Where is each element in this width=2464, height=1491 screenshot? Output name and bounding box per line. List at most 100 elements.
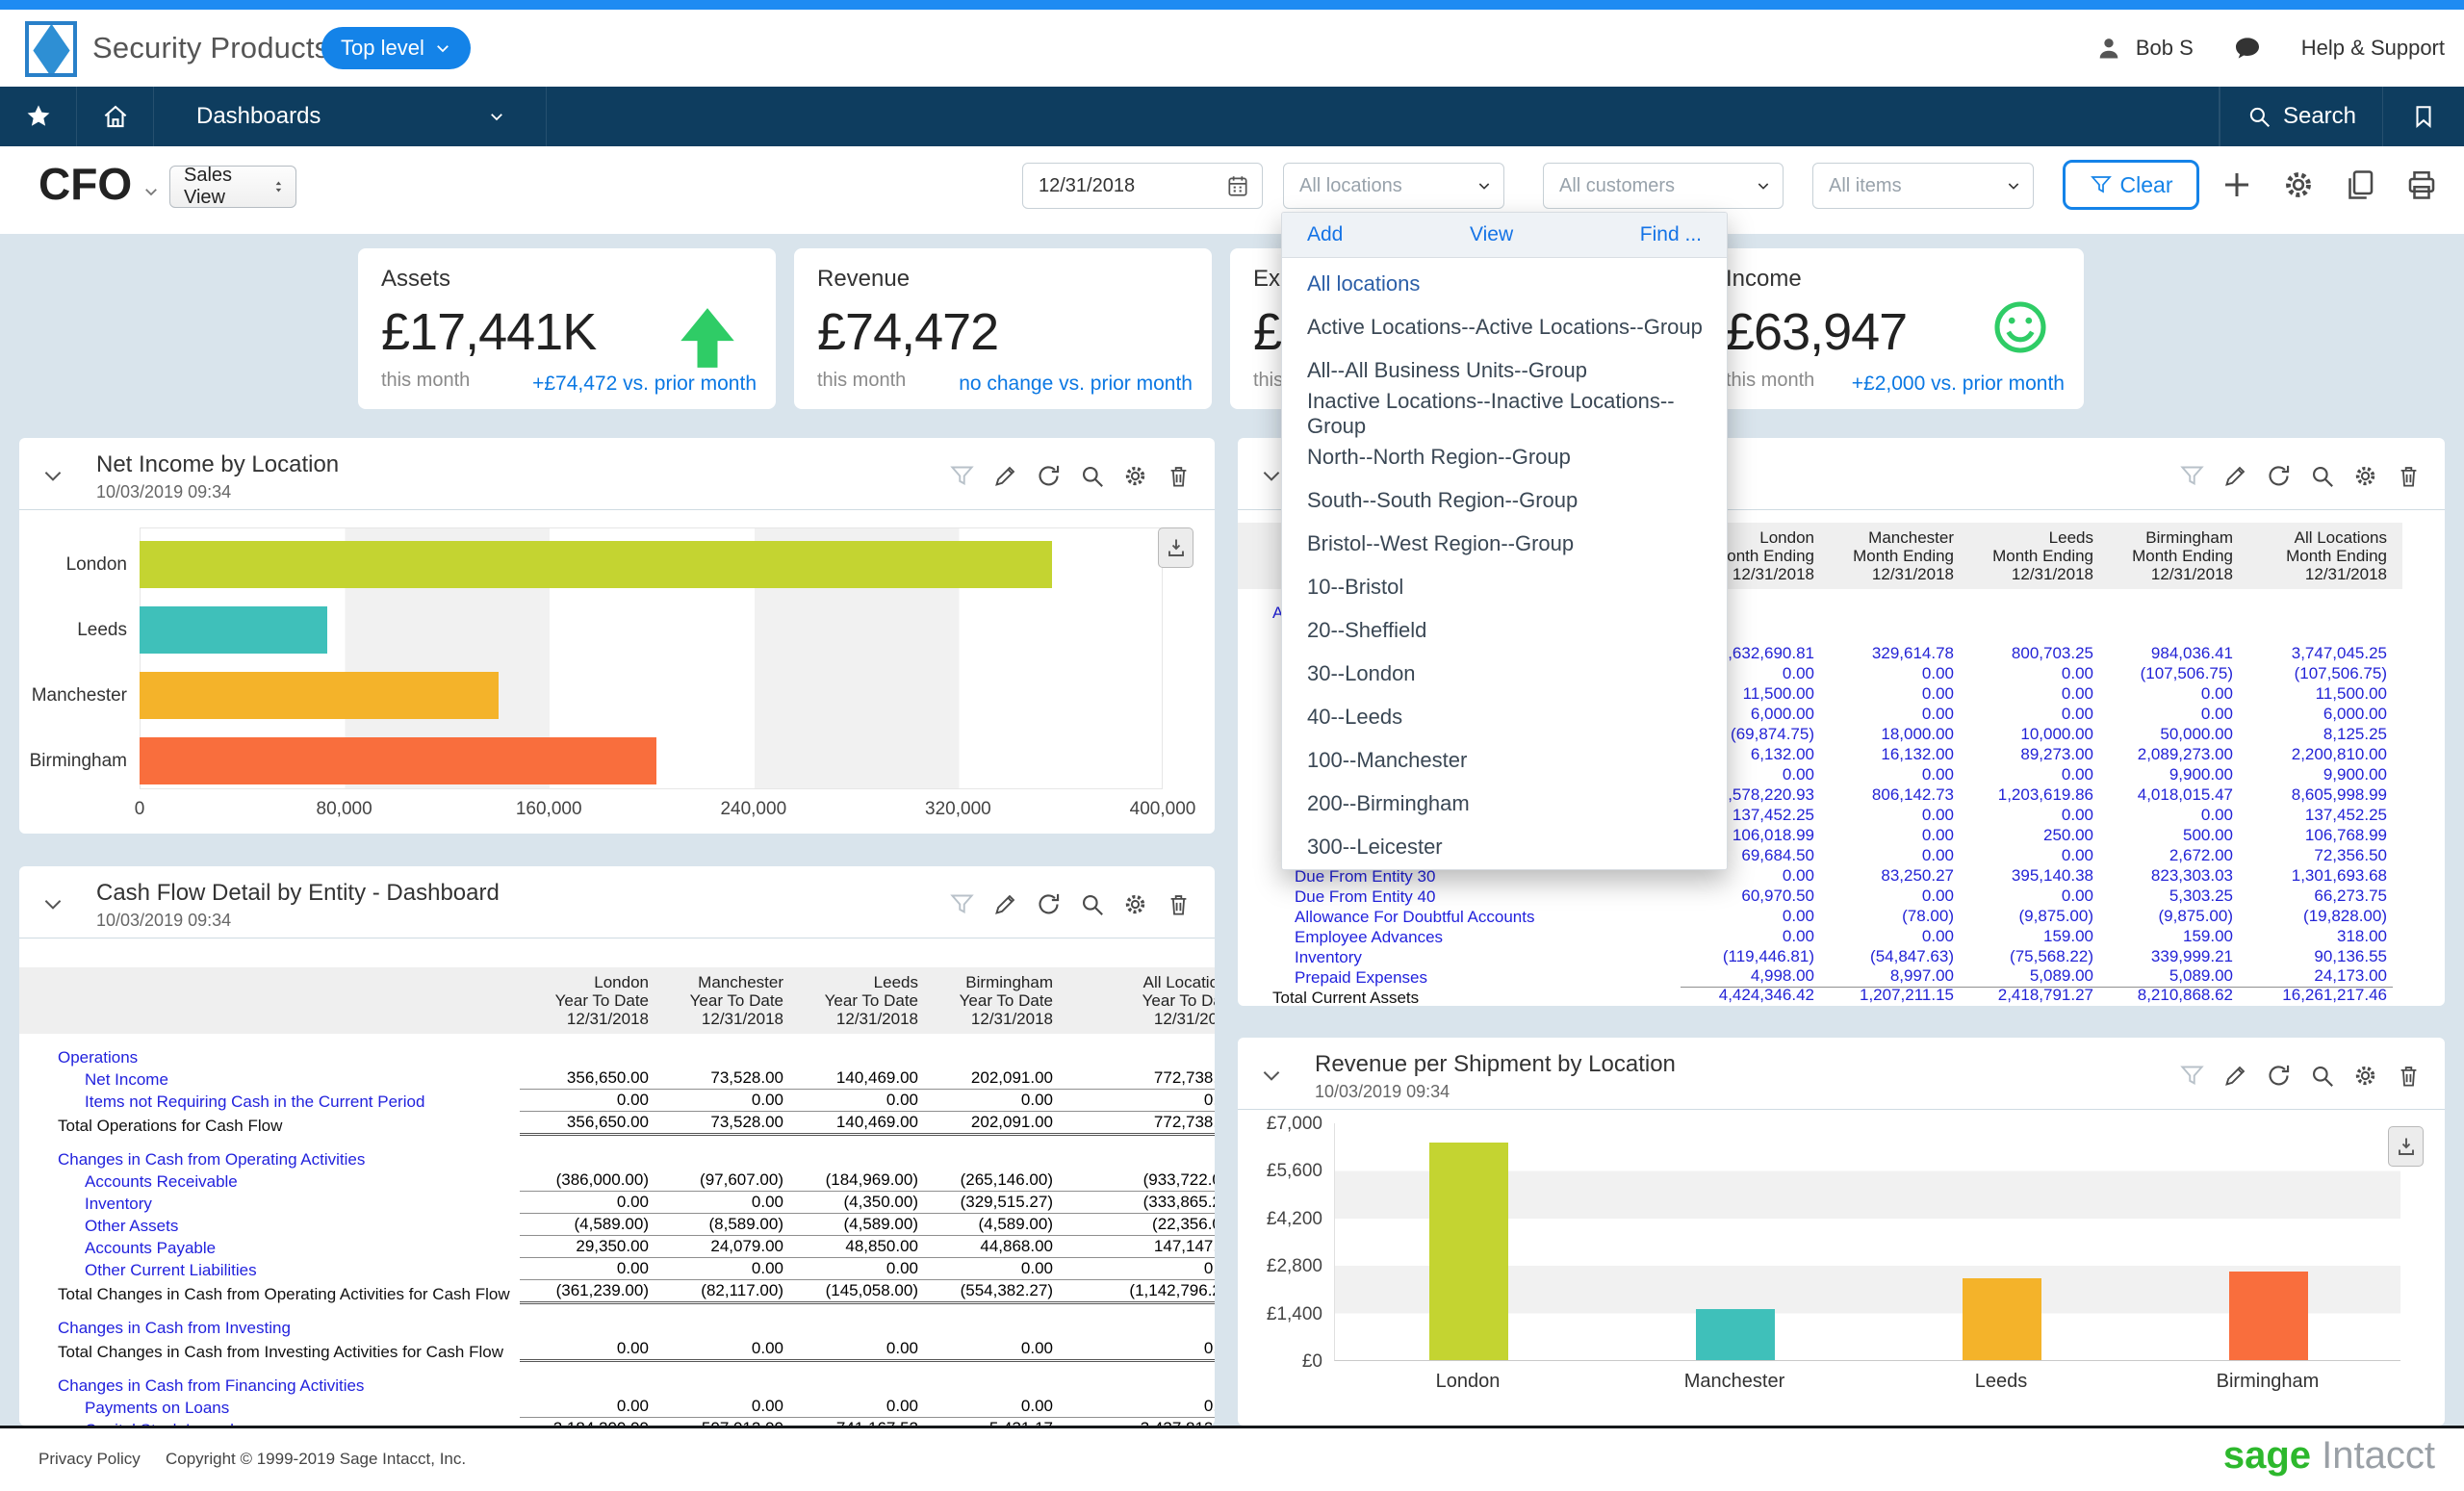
- bar-leeds[interactable]: [1963, 1278, 2041, 1360]
- dropdown-item[interactable]: Active Locations--Active Locations--Grou…: [1282, 305, 1727, 348]
- trash-icon[interactable]: [1166, 891, 1192, 917]
- value-cell[interactable]: 8,605,998.99: [2239, 784, 2393, 806]
- value-cell[interactable]: 806,142.73: [1820, 784, 1960, 806]
- value-cell[interactable]: 4,998.00: [1681, 965, 1820, 987]
- value-cell[interactable]: 5,089.00: [1960, 965, 2099, 987]
- row-label[interactable]: Inventory: [19, 1193, 520, 1214]
- chevron-down-icon[interactable]: [142, 183, 160, 200]
- dropdown-item[interactable]: 300--Leicester: [1282, 825, 1727, 868]
- zoom-icon[interactable]: [1079, 891, 1105, 917]
- value-cell[interactable]: 0.00: [1820, 683, 1960, 705]
- kpi-card-assets[interactable]: Assets £17,441K this month +£74,472 vs. …: [358, 248, 776, 409]
- value-cell[interactable]: 8,997.00: [1820, 965, 1960, 987]
- value-cell[interactable]: 106,768.99: [2239, 825, 2393, 846]
- edit-pencil-icon[interactable]: [992, 891, 1018, 917]
- value-cell[interactable]: 72,356.50: [2239, 845, 2393, 866]
- edit-pencil-icon[interactable]: [2222, 1063, 2248, 1089]
- value-cell[interactable]: 0.00: [1960, 683, 2099, 705]
- zoom-icon[interactable]: [1079, 463, 1105, 489]
- value-cell[interactable]: 0.00: [1960, 704, 2099, 725]
- value-cell[interactable]: 4,424,346.42: [1681, 985, 1820, 1006]
- dropdown-item[interactable]: All locations: [1282, 262, 1727, 305]
- value-cell[interactable]: 0.00: [1820, 704, 1960, 725]
- value-cell[interactable]: 50,000.00: [2099, 724, 2239, 745]
- value-cell[interactable]: (19,828.00): [2239, 906, 2393, 927]
- section-label[interactable]: Changes in Cash from Operating Activitie…: [19, 1148, 520, 1170]
- add-widget-icon[interactable]: [2220, 167, 2254, 202]
- value-cell[interactable]: 8,210,868.62: [2099, 985, 2239, 1006]
- favorites-nav-item[interactable]: [0, 87, 77, 146]
- value-cell[interactable]: 0.00: [1820, 886, 1960, 907]
- filter-icon[interactable]: [2179, 463, 2205, 489]
- value-cell[interactable]: 800,703.25: [1960, 643, 2099, 664]
- zoom-icon[interactable]: [2309, 463, 2335, 489]
- kpi-card-income[interactable]: Income £63,947 this month +£2,000 vs. pr…: [1666, 248, 2084, 409]
- value-cell[interactable]: 0.00: [1681, 926, 1820, 947]
- row-label[interactable]: Payments on Loans: [19, 1397, 520, 1418]
- dropdown-item[interactable]: 100--Manchester: [1282, 738, 1727, 782]
- dropdown-item[interactable]: 30--London: [1282, 652, 1727, 695]
- gear-icon[interactable]: [2352, 1063, 2378, 1089]
- refresh-icon[interactable]: [2266, 463, 2292, 489]
- bar-manchester[interactable]: [140, 672, 499, 719]
- user-name[interactable]: Bob S: [2136, 36, 2194, 61]
- value-cell[interactable]: 2,089,273.00: [2099, 744, 2239, 765]
- value-cell[interactable]: 16,132.00: [1820, 744, 1960, 765]
- value-cell[interactable]: 137,452.25: [2239, 805, 2393, 826]
- value-cell[interactable]: (75,568.22): [1960, 946, 2099, 967]
- value-cell[interactable]: 0.00: [1960, 886, 2099, 907]
- refresh-icon[interactable]: [1036, 463, 1062, 489]
- dropdown-view-link[interactable]: View: [1470, 223, 1513, 246]
- bar-london[interactable]: [140, 541, 1052, 588]
- value-cell[interactable]: 11,500.00: [2239, 683, 2393, 705]
- value-cell[interactable]: 0.00: [1820, 805, 1960, 826]
- dropdown-item[interactable]: 20--Sheffield: [1282, 608, 1727, 652]
- row-label[interactable]: Items not Requiring Cash in the Current …: [19, 1091, 520, 1112]
- gear-icon[interactable]: [1122, 891, 1148, 917]
- search-button[interactable]: Search: [2220, 87, 2383, 146]
- value-cell[interactable]: 89,273.00: [1960, 744, 2099, 765]
- edit-pencil-icon[interactable]: [992, 463, 1018, 489]
- user-icon[interactable]: [2095, 35, 2122, 62]
- row-label[interactable]: Inventory: [1238, 946, 1681, 967]
- refresh-icon[interactable]: [1036, 891, 1062, 917]
- dropdown-item[interactable]: North--North Region--Group: [1282, 435, 1727, 478]
- print-icon[interactable]: [2404, 167, 2439, 202]
- entity-selector-button[interactable]: Top level: [321, 27, 471, 69]
- value-cell[interactable]: 823,303.03: [2099, 865, 2239, 887]
- value-cell[interactable]: 0.00: [2099, 704, 2239, 725]
- value-cell[interactable]: (119,446.81): [1681, 946, 1820, 967]
- value-cell[interactable]: 3,747,045.25: [2239, 643, 2393, 664]
- value-cell[interactable]: 0.00: [1960, 663, 2099, 684]
- value-cell[interactable]: (9,875.00): [2099, 906, 2239, 927]
- bar-birmingham[interactable]: [140, 737, 656, 784]
- settings-gear-icon[interactable]: [2281, 167, 2316, 202]
- filter-icon[interactable]: [2179, 1063, 2205, 1089]
- value-cell[interactable]: (78.00): [1820, 906, 1960, 927]
- value-cell[interactable]: 4,018,015.47: [2099, 784, 2239, 806]
- gear-icon[interactable]: [1122, 463, 1148, 489]
- trash-icon[interactable]: [2396, 463, 2422, 489]
- gear-icon[interactable]: [2352, 463, 2378, 489]
- value-cell[interactable]: 5,303.25: [2099, 886, 2239, 907]
- duplicate-icon[interactable]: [2343, 167, 2377, 202]
- bar-manchester[interactable]: [1696, 1309, 1775, 1360]
- dropdown-item[interactable]: Inactive Locations--Inactive Locations--…: [1282, 392, 1727, 435]
- value-cell[interactable]: 24,173.00: [2239, 965, 2393, 987]
- bar-birmingham[interactable]: [2229, 1272, 2308, 1360]
- value-cell[interactable]: 8,125.25: [2239, 724, 2393, 745]
- value-cell[interactable]: 1,301,693.68: [2239, 865, 2393, 887]
- privacy-policy-link[interactable]: Privacy Policy: [38, 1450, 141, 1469]
- dropdown-item[interactable]: 200--Birmingham: [1282, 782, 1727, 825]
- row-label[interactable]: Employee Advances: [1238, 926, 1681, 947]
- filter-icon[interactable]: [949, 463, 975, 489]
- items-filter-select[interactable]: All items: [1812, 163, 2034, 209]
- collapse-chevron-icon[interactable]: [40, 463, 65, 488]
- row-label[interactable]: Due From Entity 40: [1238, 886, 1681, 907]
- value-cell[interactable]: 159.00: [2099, 926, 2239, 947]
- kpi-card-revenue[interactable]: Revenue £74,472 this month no change vs.…: [794, 248, 1212, 409]
- dropdown-find-link[interactable]: Find ...: [1640, 223, 1702, 246]
- value-cell[interactable]: 18,000.00: [1820, 724, 1960, 745]
- row-label[interactable]: Prepaid Expenses: [1238, 966, 1681, 988]
- value-cell[interactable]: 60,970.50: [1681, 886, 1820, 907]
